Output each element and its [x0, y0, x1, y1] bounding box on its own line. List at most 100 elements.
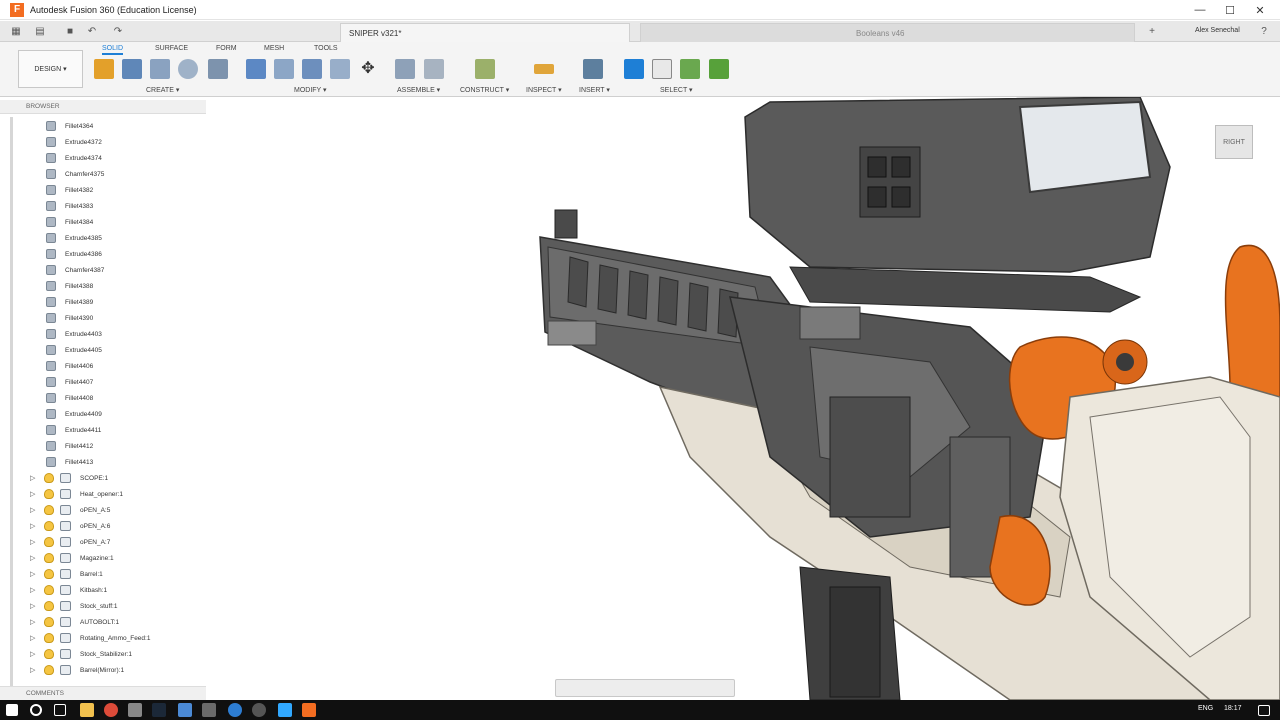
modify-menu[interactable]: MODIFY ▾ — [294, 86, 327, 94]
sniper-rifle-model[interactable] — [210, 97, 1280, 700]
document-tab-active[interactable]: SNIPER v321* — [340, 23, 630, 42]
browser-feature-item[interactable]: Fillet4389 — [46, 295, 93, 309]
redo-icon[interactable]: ↷ — [110, 24, 126, 39]
browser-feature-item[interactable]: Extrude4409 — [46, 407, 102, 421]
browser-component-item[interactable]: ▷ Stock_stuff:1 — [30, 599, 117, 613]
create-menu[interactable]: CREATE ▾ — [146, 86, 179, 94]
expand-arrow-icon[interactable]: ▷ — [30, 650, 40, 658]
visibility-bulb-icon[interactable] — [44, 585, 54, 595]
app-icon[interactable] — [178, 703, 192, 717]
browser-feature-item[interactable]: Chamfer4387 — [46, 263, 104, 277]
browser-component-item[interactable]: ▷ oPEN_A:5 — [30, 503, 110, 517]
browser-component-item[interactable]: ▷ Barrel:1 — [30, 567, 103, 581]
move-icon[interactable]: ✥ — [358, 59, 378, 79]
construct-menu[interactable]: CONSTRUCT ▾ — [460, 86, 509, 94]
app-icon[interactable] — [228, 703, 242, 717]
select-menu[interactable]: SELECT ▾ — [660, 86, 693, 94]
expand-arrow-icon[interactable]: ▷ — [30, 602, 40, 610]
expand-arrow-icon[interactable]: ▷ — [30, 570, 40, 578]
clock[interactable]: 18:17 — [1224, 705, 1242, 712]
create-sketch-icon[interactable] — [94, 59, 114, 79]
inspect-menu[interactable]: INSPECT ▾ — [526, 86, 562, 94]
photoshop-icon[interactable] — [278, 703, 292, 717]
close-window-button[interactable]: ✕ — [1245, 0, 1275, 20]
viewcube[interactable]: RIGHT — [1215, 125, 1253, 159]
assemble-menu[interactable]: ASSEMBLE ▾ — [397, 86, 440, 94]
browser-feature-item[interactable]: Fillet4384 — [46, 215, 93, 229]
press-pull-icon[interactable] — [246, 59, 266, 79]
comments-panel[interactable]: COMMENTS — [0, 686, 206, 700]
insert-menu[interactable]: INSERT ▾ — [579, 86, 610, 94]
select-icon[interactable] — [624, 59, 644, 79]
browser-feature-item[interactable]: Extrude4411 — [46, 423, 101, 437]
browser-component-item[interactable]: ▷ Stock_Stabilizer:1 — [30, 647, 132, 661]
visibility-bulb-icon[interactable] — [44, 633, 54, 643]
browser-feature-item[interactable]: Extrude4372 — [46, 135, 102, 149]
expand-arrow-icon[interactable]: ▷ — [30, 618, 40, 626]
save-icon[interactable]: ■ — [62, 24, 78, 39]
tab-surface[interactable]: SURFACE — [155, 45, 188, 52]
browser-feature-item[interactable]: Extrude4386 — [46, 247, 102, 261]
browser-component-item[interactable]: ▷ Kitbash:1 — [30, 583, 107, 597]
browser-feature-item[interactable]: Fillet4408 — [46, 391, 93, 405]
insert-image-icon[interactable] — [583, 59, 603, 79]
app-icon[interactable] — [128, 703, 142, 717]
tab-solid[interactable]: SOLID — [102, 45, 124, 55]
browser-component-item[interactable]: ▷ oPEN_A:7 — [30, 535, 110, 549]
browser-feature-item[interactable]: Extrude4403 — [46, 327, 102, 341]
file-explorer-icon[interactable] — [80, 703, 94, 717]
browser-component-item[interactable]: ▷ SCOPE:1 — [30, 471, 108, 485]
help-icon[interactable]: ? — [1256, 24, 1272, 39]
visibility-bulb-icon[interactable] — [44, 537, 54, 547]
task-view-icon[interactable] — [54, 704, 66, 716]
browser-feature-item[interactable]: Fillet4412 — [46, 439, 93, 453]
tab-tools[interactable]: TOOLS — [314, 45, 338, 52]
chrome-icon[interactable] — [104, 703, 118, 717]
3d-viewport[interactable]: RIGHT — [210, 97, 1280, 700]
shell-icon[interactable] — [274, 59, 294, 79]
browser-header[interactable]: BROWSER — [0, 100, 206, 114]
browser-feature-item[interactable]: Fillet4390 — [46, 311, 93, 325]
visibility-bulb-icon[interactable] — [44, 489, 54, 499]
select-through-icon[interactable] — [680, 59, 700, 79]
fusion360-taskbar-icon[interactable] — [302, 703, 316, 717]
expand-arrow-icon[interactable]: ▷ — [30, 538, 40, 546]
visibility-bulb-icon[interactable] — [44, 617, 54, 627]
notifications-icon[interactable] — [1258, 705, 1270, 716]
app-icon[interactable] — [202, 703, 216, 717]
browser-feature-item[interactable]: Fillet4382 — [46, 183, 93, 197]
browser-component-item[interactable]: ▷ Rotating_Ammo_Feed:1 — [30, 631, 150, 645]
steam-icon[interactable] — [152, 703, 166, 717]
browser-feature-item[interactable]: Extrude4374 — [46, 151, 102, 165]
browser-feature-item[interactable]: Fillet4413 — [46, 455, 93, 469]
user-name[interactable]: Alex Senechal — [1195, 27, 1240, 34]
app-icon[interactable] — [252, 703, 266, 717]
visibility-bulb-icon[interactable] — [44, 473, 54, 483]
pattern-icon[interactable] — [208, 59, 228, 79]
browser-feature-item[interactable]: Fillet4407 — [46, 375, 93, 389]
tab-form[interactable]: FORM — [216, 45, 237, 52]
window-select-icon[interactable] — [652, 59, 672, 79]
joint-icon[interactable] — [424, 59, 444, 79]
expand-arrow-icon[interactable]: ▷ — [30, 634, 40, 642]
select-body-icon[interactable] — [709, 59, 729, 79]
browser-component-item[interactable]: ▷ Magazine:1 — [30, 551, 114, 565]
expand-arrow-icon[interactable]: ▷ — [30, 490, 40, 498]
new-component-icon[interactable] — [395, 59, 415, 79]
extrude-icon[interactable] — [122, 59, 142, 79]
browser-feature-item[interactable]: Fillet4388 — [46, 279, 93, 293]
visibility-bulb-icon[interactable] — [44, 569, 54, 579]
browser-feature-item[interactable]: Fillet4364 — [46, 119, 93, 133]
minimize-button[interactable]: — — [1185, 0, 1215, 20]
expand-arrow-icon[interactable]: ▷ — [30, 474, 40, 482]
browser-component-item[interactable]: ▷ Heat_opener:1 — [30, 487, 123, 501]
browser-feature-item[interactable]: Fillet4383 — [46, 199, 93, 213]
navigation-bar[interactable] — [555, 679, 735, 697]
browser-feature-item[interactable]: Extrude4385 — [46, 231, 102, 245]
grid-menu-icon[interactable]: ▦ — [8, 24, 24, 39]
visibility-bulb-icon[interactable] — [44, 521, 54, 531]
file-menu-icon[interactable]: ▤ — [32, 24, 48, 39]
start-windows-icon[interactable] — [6, 704, 18, 716]
tab-mesh[interactable]: MESH — [264, 45, 284, 52]
expand-arrow-icon[interactable]: ▷ — [30, 522, 40, 530]
